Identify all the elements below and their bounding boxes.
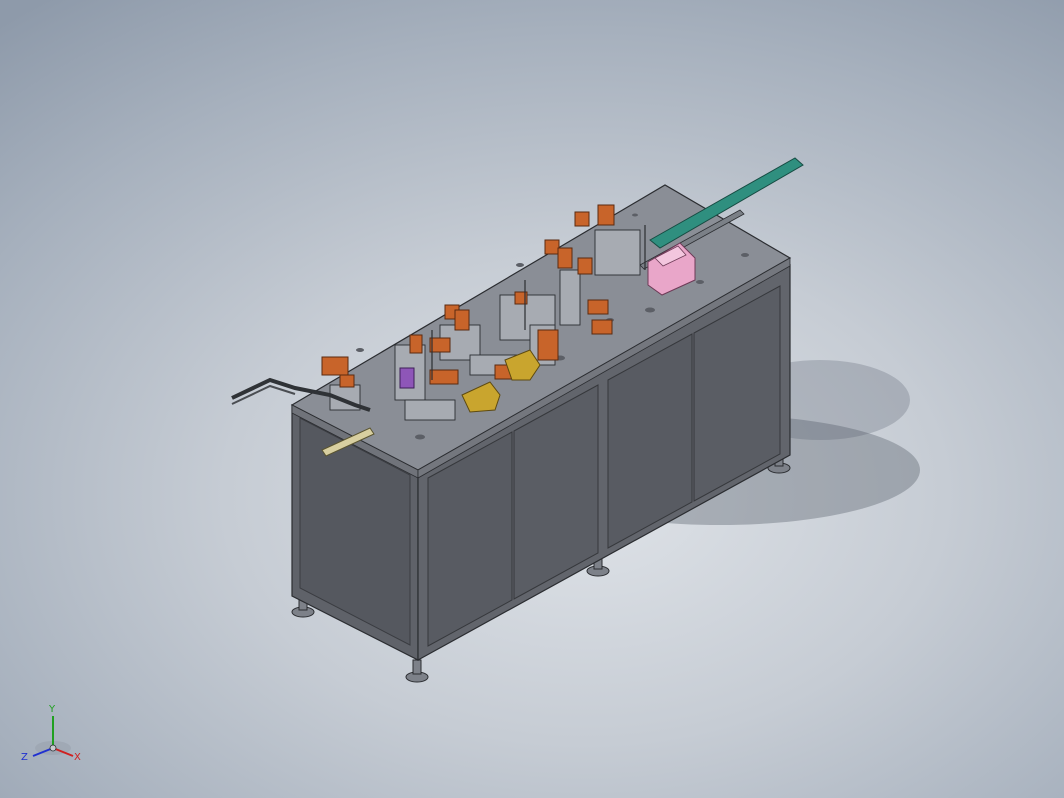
machine-model[interactable] <box>0 0 1064 798</box>
triad-y-label: Y <box>48 704 56 715</box>
triad-z-label: Z <box>21 752 28 763</box>
triad-origin <box>49 744 57 752</box>
axis-triad[interactable]: Y X Z <box>18 700 88 770</box>
cad-viewport[interactable]: Y X Z <box>0 0 1064 798</box>
triad-x-label: X <box>74 752 81 763</box>
purple-part <box>399 367 415 389</box>
